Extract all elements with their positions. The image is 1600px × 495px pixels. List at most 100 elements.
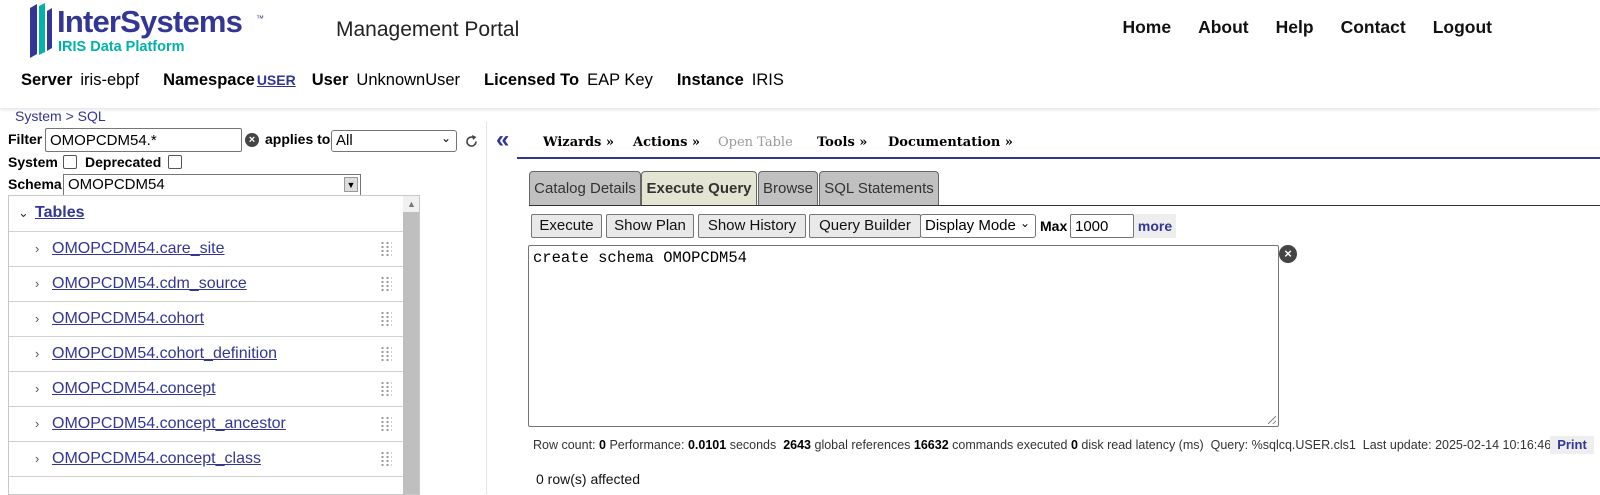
drag-grip-icon[interactable] — [380, 346, 392, 362]
query-text[interactable]: create schema OMOPCDM54 — [533, 249, 747, 267]
clear-icon[interactable]: × — [245, 133, 259, 147]
menu-open-table: Open Table — [718, 135, 793, 150]
query-label: Query: — [1210, 438, 1249, 452]
query-editor[interactable]: create schema OMOPCDM54 — [528, 245, 1279, 427]
query-builder-button[interactable]: Query Builder — [809, 214, 921, 238]
tree-item-label[interactable]: OMOPCDM54.cohort_definition — [52, 345, 277, 363]
deprecated-label: Deprecated — [85, 154, 162, 170]
breadcrumb-sql[interactable]: SQL — [78, 108, 106, 124]
tab-underline — [529, 205, 1600, 206]
nav-logout[interactable]: Logout — [1433, 17, 1492, 38]
applies-to-select[interactable]: All ⌄ — [331, 130, 457, 152]
intersystems-logo-icon — [30, 3, 52, 58]
dropdown-arrow-icon[interactable]: ▼ — [344, 177, 358, 192]
nav-home[interactable]: Home — [1122, 17, 1171, 38]
drag-grip-icon[interactable] — [380, 416, 392, 432]
breadcrumb-separator: > — [65, 108, 74, 124]
menu-bar: Wizards » Actions » Open Table Tools » D… — [517, 135, 1600, 159]
header: InterSystems ™ IRIS Data Platform Manage… — [0, 0, 1600, 108]
tree-scrollbar[interactable]: ▲ — [403, 196, 419, 494]
commands-value: 16632 — [913, 438, 949, 452]
tree-root[interactable]: ⌄ Tables — [9, 196, 403, 232]
tree-item[interactable]: › OMOPCDM54.concept_class — [9, 442, 403, 477]
drag-grip-icon[interactable] — [380, 241, 392, 257]
chevron-right-icon[interactable]: › — [35, 346, 39, 361]
menu-documentation[interactable]: Documentation » — [888, 135, 1013, 150]
resize-grip-icon[interactable] — [1268, 416, 1276, 424]
drag-grip-icon[interactable] — [380, 381, 392, 397]
chevron-right-icon[interactable]: › — [35, 241, 39, 256]
row-count-label: Row count: — [533, 438, 596, 452]
schema-select[interactable]: OMOPCDM54 ▼ — [63, 174, 361, 196]
logo-subtitle: IRIS Data Platform — [58, 39, 185, 55]
nav-about[interactable]: About — [1198, 17, 1249, 38]
instance-label: Instance — [676, 71, 744, 89]
nav-contact[interactable]: Contact — [1341, 17, 1406, 38]
applies-to-value: All — [336, 132, 353, 149]
menu-actions[interactable]: Actions » — [633, 135, 700, 150]
tab-execute-query[interactable]: Execute Query — [641, 171, 757, 206]
tab-browse[interactable]: Browse — [758, 171, 818, 206]
chevron-down-icon[interactable]: ⌄ — [18, 205, 29, 221]
display-mode-select[interactable]: Display Mode ⌄ — [920, 214, 1036, 238]
performance-label: Performance: — [609, 438, 685, 452]
tree-item[interactable]: › OMOPCDM54.care_site — [9, 232, 403, 267]
chevron-right-icon[interactable]: › — [35, 381, 39, 396]
tree-item[interactable]: › OMOPCDM54.concept — [9, 372, 403, 407]
nav-help[interactable]: Help — [1276, 17, 1314, 38]
tree-item-label[interactable]: OMOPCDM54.cohort — [52, 310, 204, 328]
tree-item[interactable]: › OMOPCDM54.cohort — [9, 302, 403, 337]
tree-root-label[interactable]: Tables — [35, 204, 85, 222]
logo-trademark: ™ — [256, 14, 264, 23]
breadcrumb: System > SQL — [15, 108, 106, 124]
pane-divider[interactable] — [486, 122, 487, 494]
tree-item-label[interactable]: OMOPCDM54.concept — [52, 380, 216, 398]
server-label: Server — [21, 71, 73, 89]
chevron-right-icon[interactable]: › — [35, 311, 39, 326]
collapse-pane-button[interactable]: « — [496, 128, 509, 152]
schema-value: OMOPCDM54 — [68, 176, 165, 193]
tab-catalog-details[interactable]: Catalog Details — [529, 171, 641, 206]
commands-label: commands executed — [952, 438, 1068, 452]
show-plan-button[interactable]: Show Plan — [606, 214, 694, 238]
tab-sql-statements[interactable]: SQL Statements — [819, 171, 939, 206]
table-tree: ⌄ Tables › OMOPCDM54.care_site › OMOPCDM… — [8, 195, 420, 495]
query-name: %sqlcq.USER.cls1 — [1251, 438, 1356, 452]
menu-tools[interactable]: Tools » — [817, 135, 867, 150]
tree-item-label[interactable]: OMOPCDM54.concept_ancestor — [52, 415, 286, 433]
tree-item[interactable]: › OMOPCDM54.cohort_definition — [9, 337, 403, 372]
breadcrumb-system[interactable]: System — [15, 108, 62, 124]
drag-grip-icon[interactable] — [380, 311, 392, 327]
drag-grip-icon[interactable] — [380, 451, 392, 467]
chevron-right-icon[interactable]: › — [35, 451, 39, 466]
show-history-button[interactable]: Show History — [698, 214, 806, 238]
system-checkbox[interactable] — [63, 155, 77, 169]
menu-wizards[interactable]: Wizards » — [543, 135, 614, 150]
schema-label: Schema — [8, 176, 62, 192]
global-refs-value: 2643 — [783, 438, 812, 452]
tree-item-label[interactable]: OMOPCDM54.concept_class — [52, 450, 261, 468]
filter-input[interactable] — [45, 128, 242, 152]
print-button[interactable]: Print — [1550, 436, 1594, 454]
licensed-label: Licensed To — [484, 71, 580, 89]
deprecated-checkbox[interactable] — [168, 155, 182, 169]
refresh-icon[interactable] — [464, 134, 479, 149]
namespace-link[interactable]: USER — [257, 72, 296, 88]
max-rows-input[interactable] — [1070, 214, 1134, 238]
more-button[interactable]: more — [1134, 214, 1176, 238]
display-mode-value: Display Mode — [925, 217, 1016, 234]
clear-query-icon[interactable]: × — [1279, 245, 1297, 263]
logo-text: InterSystems — [57, 4, 243, 39]
drag-grip-icon[interactable] — [380, 276, 392, 292]
disk-latency-value: 0 — [1070, 438, 1078, 452]
tree-item-label[interactable]: OMOPCDM54.cdm_source — [52, 275, 247, 293]
tree-item[interactable]: › OMOPCDM54.cdm_source — [9, 267, 403, 302]
filter-label: Filter — [8, 131, 43, 147]
execute-button[interactable]: Execute — [531, 214, 602, 238]
tree-item-label[interactable]: OMOPCDM54.care_site — [52, 240, 225, 258]
tree-item[interactable]: › OMOPCDM54.concept_ancestor — [9, 407, 403, 442]
scroll-up-icon[interactable]: ▲ — [403, 196, 419, 212]
chevron-right-icon[interactable]: › — [35, 416, 39, 431]
server-value: iris-ebpf — [80, 71, 140, 89]
chevron-right-icon[interactable]: › — [35, 276, 39, 291]
